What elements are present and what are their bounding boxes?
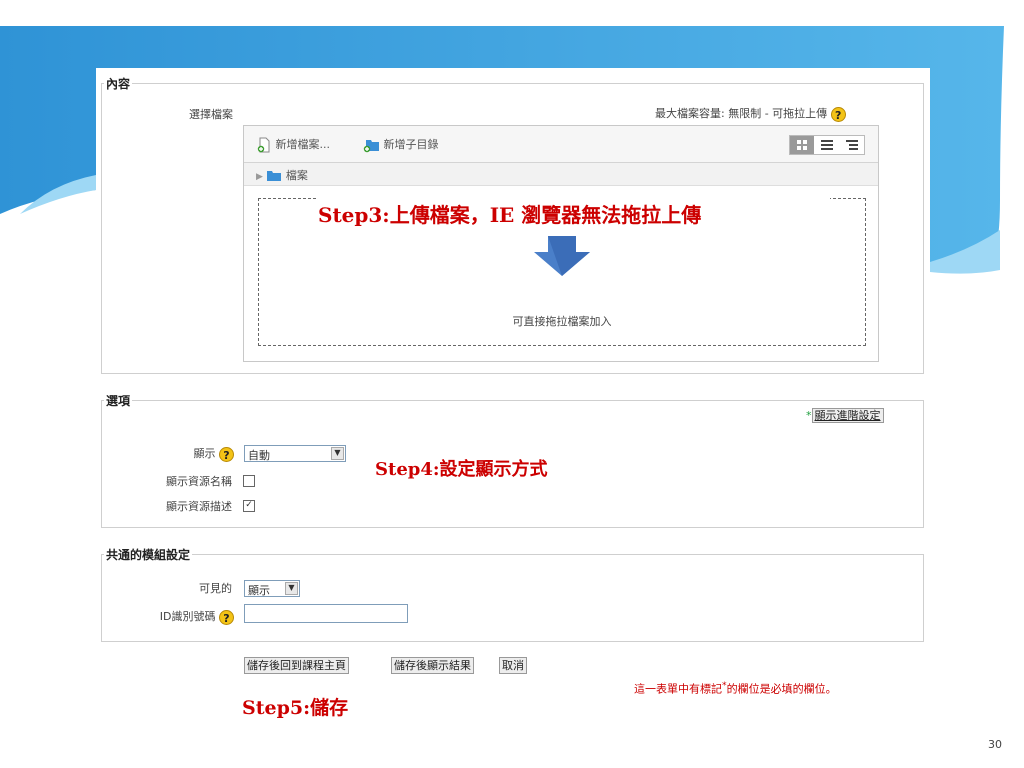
- file-path-bar: ▶ 檔案: [244, 163, 878, 186]
- step3-callout: Step3:上傳檔案，IE 瀏覽器無法拖拉上傳: [318, 193, 830, 227]
- add-file-label: 新增檔案...: [275, 138, 331, 151]
- content-legend: 內容: [106, 77, 131, 91]
- drop-hint: 可直接拖拉檔案加入: [512, 315, 612, 328]
- add-file-button[interactable]: 新增檔案...: [256, 136, 330, 153]
- save-and-return-button[interactable]: 儲存後回到課程主頁: [244, 657, 349, 674]
- display-select[interactable]: 自動 ▼: [244, 445, 346, 462]
- show-desc-checkbox[interactable]: ✓: [243, 500, 255, 512]
- help-icon[interactable]: ?: [830, 106, 846, 122]
- common-legend: 共通的模組設定: [106, 548, 191, 562]
- save-and-display-button[interactable]: 儲存後顯示結果: [391, 657, 474, 674]
- add-folder-label: 新增子目錄: [383, 138, 439, 151]
- show-desc-label: 顯示資源描述: [166, 500, 232, 513]
- visible-select-value: 顯示: [248, 584, 270, 597]
- advanced-settings-link[interactable]: * 顯示進階設定: [806, 407, 884, 423]
- chevron-down-icon: ▼: [285, 582, 298, 595]
- display-label-text: 顯示: [193, 447, 216, 460]
- path-label: 檔案: [285, 169, 308, 182]
- arrow-down-icon: [534, 236, 590, 276]
- folder-icon: [267, 171, 282, 181]
- view-switcher: [789, 135, 865, 155]
- display-label: 顯示 ?: [193, 445, 234, 462]
- select-file-label: 選擇檔案: [189, 108, 233, 121]
- step5-text: Step5:儲存: [242, 697, 349, 719]
- help-icon[interactable]: ?: [219, 609, 234, 625]
- grid-icon: [797, 140, 807, 150]
- view-list-button[interactable]: [815, 136, 839, 154]
- help-icon[interactable]: ?: [219, 446, 234, 462]
- display-select-value: 自動: [248, 449, 270, 462]
- step4-text: Step4:設定顯示方式: [375, 459, 548, 480]
- required-note-before: 這一表單中有標記: [634, 682, 722, 696]
- add-folder-icon: [363, 140, 379, 153]
- options-legend: 選項: [106, 394, 131, 408]
- advanced-settings-label: 顯示進階設定: [811, 408, 884, 423]
- add-folder-button[interactable]: 新增子目錄: [362, 136, 439, 153]
- id-label-text: ID識別號碼: [159, 610, 216, 623]
- show-name-label: 顯示資源名稱: [166, 475, 232, 488]
- max-size-label: 最大檔案容量: 無限制 - 可拖拉上傳: [655, 107, 828, 120]
- id-label: ID識別號碼 ?: [160, 608, 234, 625]
- view-icons-button[interactable]: [790, 136, 814, 154]
- chevron-right-icon: ▶: [256, 172, 263, 182]
- path-item[interactable]: ▶ 檔案: [256, 167, 308, 183]
- tree-icon: [846, 140, 858, 150]
- step3-text: Step3:上傳檔案，IE 瀏覽器無法拖拉上傳: [318, 203, 702, 227]
- add-file-icon: [257, 137, 270, 153]
- max-size-text: 最大檔案容量: 無限制 - 可拖拉上傳 ?: [655, 105, 846, 122]
- file-picker-toolbar: 新增檔案... 新增子目錄: [244, 126, 878, 163]
- chevron-down-icon: ▼: [331, 447, 344, 460]
- file-picker: 新增檔案... 新增子目錄 ▶ 檔案 可直接拖拉檔案加入: [243, 125, 879, 362]
- required-note-after: 的欄位是必填的欄位。: [726, 682, 837, 696]
- view-tree-button[interactable]: [840, 136, 864, 154]
- required-star: *: [806, 409, 812, 422]
- visible-select[interactable]: 顯示 ▼: [244, 580, 300, 597]
- list-icon: [821, 140, 833, 150]
- required-note: 這一表單中有標記*的欄位是必填的欄位。: [634, 680, 837, 697]
- visible-label: 可見的: [199, 582, 232, 595]
- page-number: 30: [988, 738, 1002, 751]
- cancel-button[interactable]: 取消: [499, 657, 527, 674]
- id-number-input[interactable]: [244, 604, 408, 623]
- show-name-checkbox[interactable]: [243, 475, 255, 487]
